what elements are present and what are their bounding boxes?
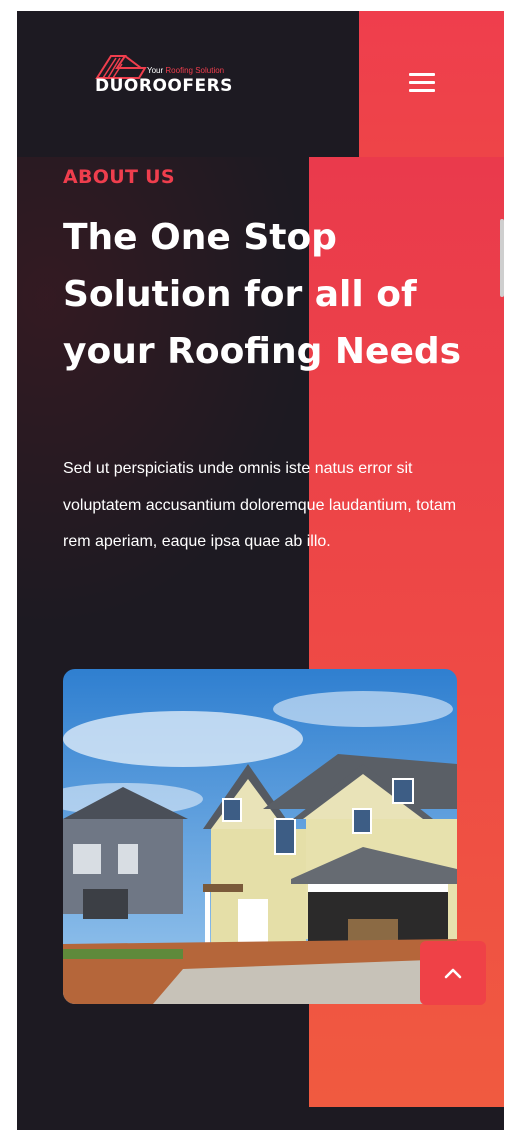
section-eyebrow: ABOUT US xyxy=(63,166,175,188)
menu-bar-top xyxy=(409,73,435,76)
house-illustration xyxy=(63,669,457,1004)
logo-tagline-accent: Roofing Solution xyxy=(165,66,225,75)
logo-tagline-prefix: Your xyxy=(147,66,164,75)
page-frame: Your Roofing Solution DUOROOFERS ABOUT U… xyxy=(17,11,504,1130)
section-body-text: Sed ut perspiciatis unde omnis iste natu… xyxy=(63,460,457,550)
site-logo[interactable]: Your Roofing Solution DUOROOFERS xyxy=(95,54,265,102)
house-photo xyxy=(63,669,457,1004)
menu-bar-bottom xyxy=(409,89,435,92)
scrollbar-thumb[interactable] xyxy=(500,219,504,297)
hamburger-menu-icon[interactable] xyxy=(407,71,437,95)
logo-brand-name: DUOROOFERS xyxy=(95,76,233,96)
section-headline: The One Stop Solution for all of your Ro… xyxy=(63,217,462,372)
back-to-top-button[interactable] xyxy=(420,941,486,1005)
logo-tagline: Your Roofing Solution xyxy=(147,66,224,75)
menu-bar-middle xyxy=(409,81,435,84)
chevron-up-icon xyxy=(444,968,462,979)
